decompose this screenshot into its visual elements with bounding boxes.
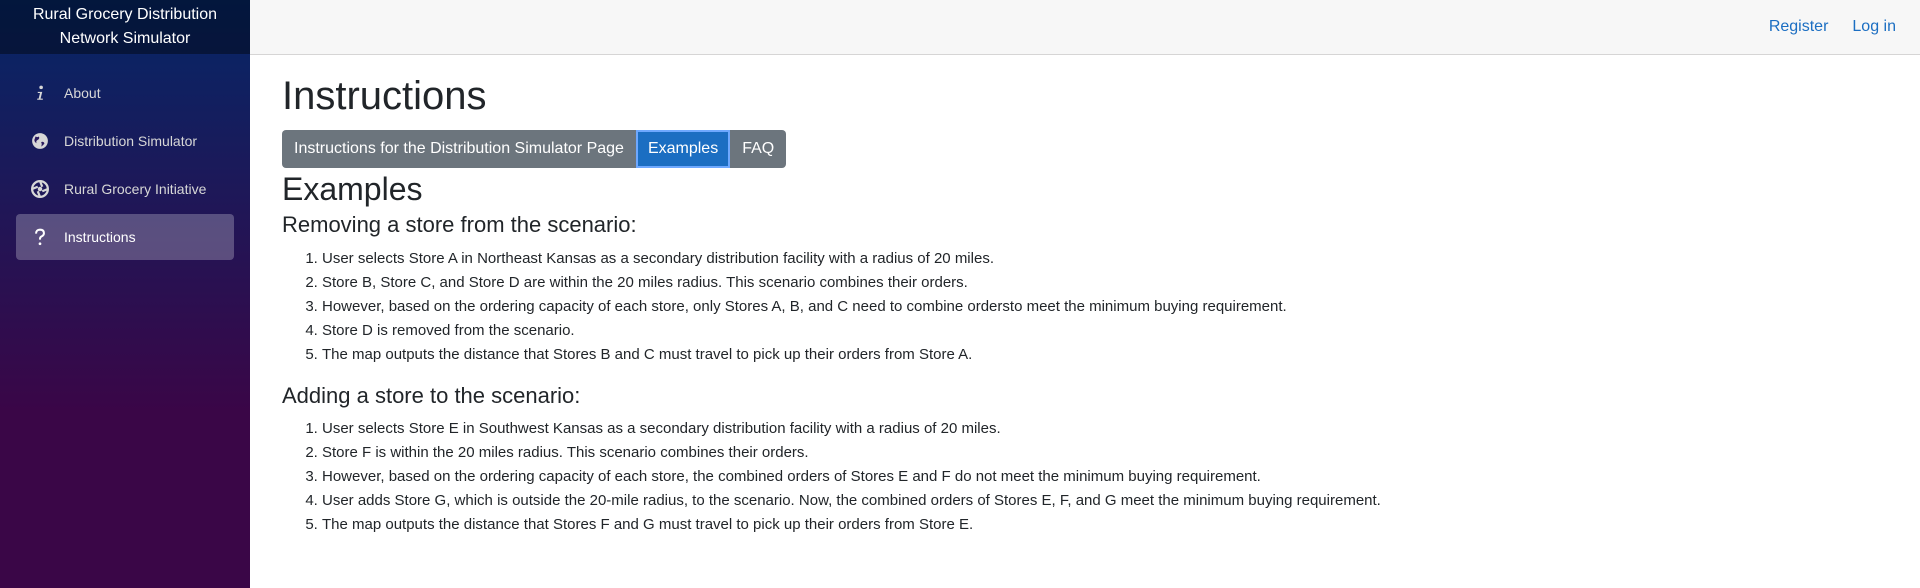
question-icon [16,228,64,246]
sidebar-item-instructions[interactable]: Instructions [16,214,234,260]
section-title: Examples [282,171,423,207]
tab-instructions-simulator[interactable]: Instructions for the Distribution Simula… [282,130,636,168]
tab-examples[interactable]: Examples [635,130,731,168]
sidebar-item-about[interactable]: About [16,70,234,116]
list-item: However, based on the ordering capacity … [322,295,1920,319]
main-content: Instructions Instructions for the Distri… [282,54,1920,553]
list-item: User selects Store E in Southwest Kansas… [322,417,1920,441]
info-icon [16,84,64,102]
list-item: Store B, Store C, and Store D are within… [322,271,1920,295]
list-item: User adds Store G, which is outside the … [322,489,1920,513]
sidebar-item-label: Distribution Simulator [64,133,198,149]
brand-line-2: Network Simulator [59,30,191,47]
example-steps-removing: User selects Store A in Northeast Kansas… [282,247,1920,367]
register-link[interactable]: Register [1769,18,1829,36]
top-bar: Register Log in [250,0,1920,55]
example-steps-adding: User selects Store E in Southwest Kansas… [282,417,1920,537]
list-item: User selects Store A in Northeast Kansas… [322,247,1920,271]
sidebar: Rural Grocery Distribution Network Simul… [0,0,250,588]
globe-icon [16,132,64,150]
example-heading-removing: Removing a store from the scenario: [282,212,637,238]
brand-line-1: Rural Grocery Distribution [32,6,218,23]
list-item: Store F is within the 20 miles radius. T… [322,441,1920,465]
sidebar-item-rural-grocery-initiative[interactable]: Rural Grocery Initiative [16,166,234,212]
sidebar-item-label: Rural Grocery Initiative [64,181,207,197]
list-item: Store D is removed from the scenario. [322,319,1920,343]
sidebar-item-label: Instructions [64,229,136,245]
sidebar-nav: About Distribution Simulator Rural Groce… [0,54,250,260]
list-item: The map outputs the distance that Stores… [322,513,1920,537]
page-title: Instructions [282,74,487,118]
tab-faq[interactable]: FAQ [730,130,787,168]
aperture-icon [16,180,64,198]
example-heading-adding: Adding a store to the scenario: [282,382,581,408]
list-item: However, based on the ordering capacity … [322,465,1920,489]
sidebar-item-label: About [64,85,101,101]
tab-group: Instructions for the Distribution Simula… [282,130,1920,168]
app-brand[interactable]: Rural Grocery Distribution Network Simul… [0,0,250,54]
list-item: The map outputs the distance that Stores… [322,343,1920,367]
sidebar-item-distribution-simulator[interactable]: Distribution Simulator [16,118,234,164]
login-link[interactable]: Log in [1852,18,1896,36]
